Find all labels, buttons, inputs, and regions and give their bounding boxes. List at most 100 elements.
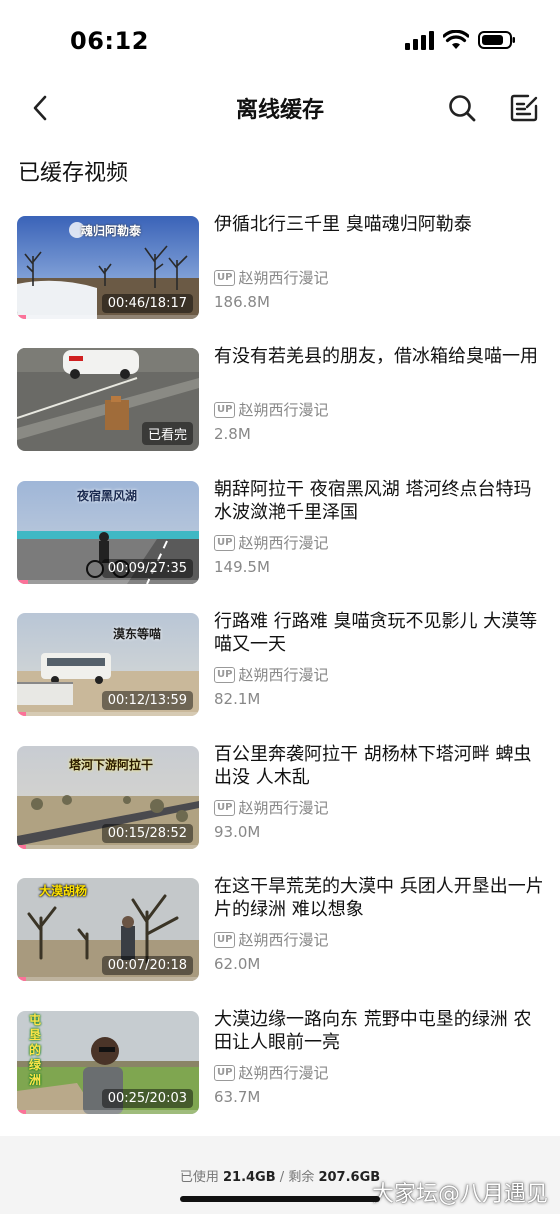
video-title[interactable]: 有没有若羌县的朋友，借冰箱给臭喵一用 — [214, 345, 544, 368]
watermark: 大家坛@八月遇见 — [371, 1182, 548, 1207]
video-info: 有没有若羌县的朋友，借冰箱给臭喵一用 UP 赵朔西行漫记 2.8M — [214, 345, 544, 443]
up-badge: UP — [214, 269, 236, 286]
uploader-name: 赵朔西行漫记 — [238, 666, 329, 684]
uploader-name: 赵朔西行漫记 — [238, 931, 329, 949]
file-size: 186.8M — [214, 293, 270, 311]
up-badge: UP — [214, 401, 236, 418]
progress-fill — [17, 977, 27, 981]
video-thumbnail[interactable]: 屯垦的绿洲 00:25/20:03 — [17, 1011, 199, 1114]
file-size: 149.5M — [214, 558, 270, 576]
video-info: 朝辞阿拉干 夜宿黑风湖 塔河终点台特玛 水波潋滟千里泽国 UP 赵朔西行漫记 14… — [214, 478, 544, 576]
up-badge: UP — [214, 1064, 236, 1081]
uploader: UP 赵朔西行漫记 — [214, 532, 328, 553]
up-badge: UP — [214, 534, 236, 551]
video-thumbnail[interactable]: 漠东等喵 00:12/13:59 — [17, 613, 199, 716]
video-thumbnail[interactable]: 魂归阿勒泰 00:46/18:17 — [17, 216, 199, 319]
duration-badge: 00:15/28:52 — [101, 824, 193, 843]
storage-free-label: 剩余 — [288, 1170, 315, 1185]
video-title[interactable]: 大漠边缘一路向东 荒野中屯垦的绿洲 农田让人眼前一亮 — [214, 1008, 544, 1054]
uploader: UP 赵朔西行漫记 — [214, 797, 328, 818]
watched-badge: 已看完 — [141, 422, 193, 445]
storage-separator: / — [279, 1170, 285, 1185]
video-item[interactable]: 漠东等喵 00:12/13:59 行路难 行路难 臭喵贪玩不见影儿 大漠等喵又一… — [0, 610, 560, 719]
progress-track — [17, 712, 199, 716]
video-item[interactable]: 屯垦的绿洲 00:25/20:03 大漠边缘一路向东 荒野中屯垦的绿洲 农田让人… — [0, 1008, 560, 1117]
video-thumbnail[interactable]: 夜宿黑风湖 00:09/27:35 — [17, 481, 199, 584]
video-item[interactable]: 夜宿黑风湖 00:09/27:35 朝辞阿拉干 夜宿黑风湖 塔河终点台特玛 水波… — [0, 478, 560, 587]
progress-fill — [17, 845, 27, 849]
video-thumbnail[interactable]: 塔河下游阿拉干 00:15/28:52 — [17, 746, 199, 849]
uploader-name: 赵朔西行漫记 — [238, 401, 329, 419]
uploader-name: 赵朔西行漫记 — [238, 534, 329, 552]
status-icons — [404, 30, 516, 50]
thumbnail-caption: 塔河下游阿拉干 — [69, 758, 154, 772]
thumbnail-caption: 屯垦的绿洲 — [29, 1013, 42, 1087]
status-bar: 06:12 — [0, 0, 560, 80]
search-icon — [449, 95, 476, 122]
progress-track — [17, 977, 199, 981]
video-info: 伊循北行三千里 臭喵魂归阿勒泰 UP 赵朔西行漫记 186.8M — [214, 213, 544, 311]
video-title[interactable]: 伊循北行三千里 臭喵魂归阿勒泰 — [214, 213, 544, 236]
uploader: UP 赵朔西行漫记 — [214, 267, 328, 288]
video-item[interactable]: 塔河下游阿拉干 00:15/28:52 百公里奔袭阿拉干 胡杨林下塔河畔 蜱虫出… — [0, 743, 560, 852]
uploader-name: 赵朔西行漫记 — [238, 799, 329, 817]
thumbnail-caption: 漠东等喵 — [113, 627, 162, 641]
uploader-name: 赵朔西行漫记 — [238, 1064, 329, 1082]
battery-icon — [478, 31, 515, 49]
video-info: 在这干旱荒芜的大漠中 兵团人开垦出一片片的绿洲 难以想象 UP 赵朔西行漫记 62… — [214, 875, 544, 973]
video-thumbnail[interactable]: 大漠胡杨 00:07/20:18 — [17, 878, 199, 981]
thumbnail-caption: 夜宿黑风湖 — [77, 489, 138, 503]
video-title[interactable]: 朝辞阿拉干 夜宿黑风湖 塔河终点台特玛 水波潋滟千里泽国 — [214, 478, 544, 524]
uploader: UP 赵朔西行漫记 — [214, 929, 328, 950]
section-title: 已缓存视频 — [18, 161, 129, 186]
video-title[interactable]: 在这干旱荒芜的大漠中 兵团人开垦出一片片的绿洲 难以想象 — [214, 875, 544, 921]
progress-track — [17, 315, 199, 319]
file-size: 2.8M — [214, 425, 251, 443]
wifi-icon — [443, 30, 469, 49]
duration-badge: 00:25/20:03 — [101, 1089, 193, 1108]
edit-icon — [510, 94, 538, 122]
storage-footer: 已使用 21.4GB / 剩余 207.6GB 大家坛@八月遇见 — [0, 1136, 560, 1214]
uploader: UP 赵朔西行漫记 — [214, 664, 328, 685]
duration-badge: 00:09/27:35 — [101, 559, 193, 578]
file-size: 62.0M — [214, 955, 261, 973]
progress-fill — [17, 712, 27, 716]
file-size: 63.7M — [214, 1088, 261, 1106]
duration-badge: 00:46/18:17 — [101, 294, 193, 313]
thumbnail-caption: 魂归阿勒泰 — [81, 224, 142, 238]
progress-track — [17, 580, 199, 584]
up-badge: UP — [214, 799, 236, 816]
video-info: 百公里奔袭阿拉干 胡杨林下塔河畔 蜱虫出没 人木乱 UP 赵朔西行漫记 93.0M — [214, 743, 544, 841]
uploader: UP 赵朔西行漫记 — [214, 399, 328, 420]
video-thumbnail[interactable]: 已看完 — [17, 348, 199, 451]
video-title[interactable]: 行路难 行路难 臭喵贪玩不见影儿 大漠等喵又一天 — [214, 610, 544, 656]
video-item[interactable]: 已看完 有没有若羌县的朋友，借冰箱给臭喵一用 UP 赵朔西行漫记 2.8M — [0, 345, 560, 454]
storage-used-label: 已使用 — [179, 1170, 219, 1185]
file-size: 82.1M — [214, 690, 261, 708]
storage-used-value: 21.4GB — [222, 1170, 276, 1185]
progress-track — [17, 845, 199, 849]
duration-badge: 00:12/13:59 — [101, 691, 193, 710]
up-badge: UP — [214, 931, 236, 948]
progress-fill — [17, 580, 28, 584]
video-item[interactable]: 魂归阿勒泰 00:46/18:17 伊循北行三千里 臭喵魂归阿勒泰 UP 赵朔西行… — [0, 213, 560, 322]
signal-icon — [405, 31, 434, 50]
duration-badge: 00:07/20:18 — [101, 956, 193, 975]
search-button[interactable] — [446, 92, 478, 124]
thumbnail-caption: 大漠胡杨 — [39, 884, 88, 898]
progress-fill — [17, 315, 27, 319]
home-indicator[interactable] — [180, 1196, 380, 1202]
video-item[interactable]: 大漠胡杨 00:07/20:18 在这干旱荒芜的大漠中 兵团人开垦出一片片的绿洲… — [0, 875, 560, 984]
file-size: 93.0M — [214, 823, 261, 841]
status-time: 06:12 — [70, 27, 149, 55]
uploader: UP 赵朔西行漫记 — [214, 1062, 328, 1083]
video-info: 行路难 行路难 臭喵贪玩不见影儿 大漠等喵又一天 UP 赵朔西行漫记 82.1M — [214, 610, 544, 708]
video-title[interactable]: 百公里奔袭阿拉干 胡杨林下塔河畔 蜱虫出没 人木乱 — [214, 743, 544, 789]
video-info: 大漠边缘一路向东 荒野中屯垦的绿洲 农田让人眼前一亮 UP 赵朔西行漫记 63.7… — [214, 1008, 544, 1106]
nav-bar: 离线缓存 — [0, 80, 560, 136]
progress-fill — [17, 1110, 27, 1114]
uploader-name: 赵朔西行漫记 — [238, 269, 329, 287]
up-badge: UP — [214, 666, 236, 683]
storage-free-value: 207.6GB — [318, 1170, 381, 1185]
edit-button[interactable] — [508, 92, 540, 124]
